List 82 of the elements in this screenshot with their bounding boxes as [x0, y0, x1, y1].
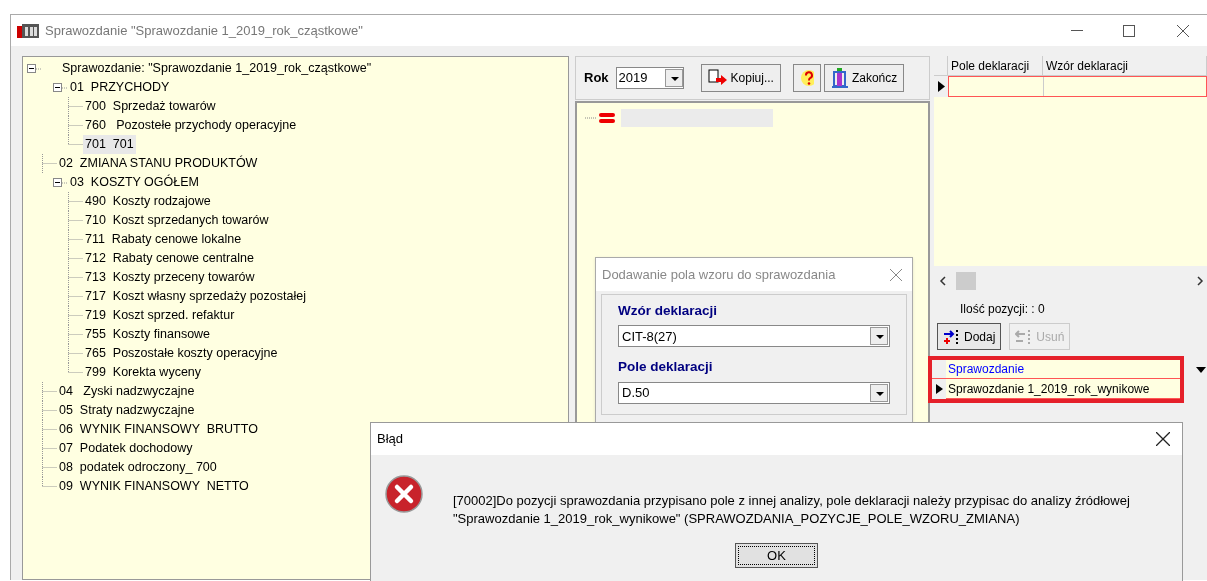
scroll-left-icon[interactable] [938, 276, 948, 286]
copy-icon [707, 69, 728, 87]
tree-line [62, 86, 68, 89]
tree-item[interactable]: 07 Podatek dochodowy [57, 439, 195, 458]
field-label: Pole deklaracji [618, 358, 714, 377]
help-button[interactable] [792, 64, 821, 92]
tree-line [42, 154, 57, 173]
tree-line [68, 287, 83, 306]
tree-item[interactable]: 712 Rabaty cenowe centralne [83, 249, 256, 268]
scroll-right-icon[interactable] [1195, 276, 1205, 286]
copy-button[interactable]: Kopiuj... [700, 64, 781, 92]
collapse-icon[interactable] [27, 64, 36, 73]
count-label: Ilość pozycji: : 0 [960, 301, 1046, 318]
tree-item[interactable]: 711 Rabaty cenowe lokalne [83, 230, 244, 249]
tree-item[interactable]: 713 Koszty przeceny towarów [83, 268, 257, 287]
column-header[interactable]: Sprawozdanie [946, 360, 1180, 378]
tree-line [68, 97, 83, 116]
tree-line [68, 306, 83, 325]
error-icon [385, 475, 423, 513]
minimize-icon[interactable] [1071, 29, 1083, 32]
tree-line [42, 439, 57, 458]
tree-line [62, 181, 68, 184]
row-header-cell [932, 360, 946, 378]
column-header[interactable]: Pole deklaracji [948, 56, 1043, 75]
dialog-title: Błąd [377, 430, 405, 449]
app-icon [17, 23, 39, 38]
tree-item[interactable]: 799 Korekta wyceny [83, 363, 204, 382]
tree-item[interactable]: 701 701 [83, 135, 136, 154]
field-label: Wzór deklaracji [618, 302, 719, 320]
tree-item[interactable]: 01 PRZYCHODY [68, 78, 172, 97]
tree-connector [585, 117, 597, 119]
collapse-icon[interactable] [53, 83, 62, 92]
window-title: Sprawozdanie "Sprawozdanie 1_2019_rok_cząstkowe" [45, 21, 363, 40]
dropdown-field[interactable]: D.50 [618, 381, 890, 404]
tree-item[interactable]: 760 Pozostełe przychody operacyjne [83, 116, 299, 135]
tree-line [36, 67, 42, 70]
tree-item[interactable]: 05 Straty nadzwyczajne [57, 401, 197, 420]
dropdown-field[interactable]: CIT-8(27) [618, 325, 890, 348]
close-icon[interactable] [1177, 24, 1189, 37]
tree-line [68, 192, 83, 211]
help-icon [799, 69, 814, 87]
column-menu-icon[interactable] [1196, 367, 1206, 373]
ok-button[interactable]: OK [735, 543, 818, 568]
dialog-title: Dodawanie pola wzoru do sprawozdania [602, 265, 837, 284]
tree-item[interactable]: 490 Koszty rodzajowe [83, 192, 213, 211]
tree-line [42, 420, 57, 439]
tree-item[interactable]: 710 Koszt sprzedanych towarów [83, 211, 271, 230]
tree-line [68, 211, 83, 230]
tree-line [42, 401, 57, 420]
collapse-icon[interactable] [53, 178, 62, 187]
close-icon[interactable] [1156, 432, 1170, 446]
add-icon [943, 328, 961, 345]
scroll-thumb[interactable] [956, 272, 976, 290]
tree-item[interactable]: 765 Poszostałe koszty operacyjne [83, 344, 280, 363]
tree-item[interactable]: 03 KOSZTY OGÓŁEM [68, 173, 201, 192]
tree-item[interactable]: 04 Zyski nadzwyczajne [57, 382, 197, 401]
table-cell[interactable]: Sprawozdanie 1_2019_rok_wynikowe [946, 379, 1180, 399]
tree-item[interactable]: Sprawozdanie: "Sprawozdanie 1_2019_rok_cząstkowe" [60, 59, 374, 78]
close-button[interactable]: Zakończ [823, 64, 905, 92]
equals-icon [599, 112, 615, 124]
tree-item[interactable]: 09 WYNIK FINANSOWY NETTO [57, 477, 251, 496]
year-dropdown[interactable]: 2019 [615, 67, 684, 89]
tree-line [68, 268, 83, 287]
tree-item[interactable]: 08 podatek odroczony_ 700 [57, 458, 219, 477]
error-message: [70002]Do pozycji sprawozdania przypisano pole z innej analizy, pole deklaracji należy przypisac do analizy źródłowej "Sprawozdanie 1_2019_rok_wynikowe" (SPRAWOZDANIA_POZYCJE_POLE_WZORU_ZMIANA) [453, 492, 1130, 528]
row-pointer-icon [932, 379, 946, 399]
add-button[interactable]: Dodaj [937, 323, 1002, 350]
tree-item[interactable]: 719 Koszt sprzed. refaktur [83, 306, 237, 325]
tree-line [68, 249, 83, 268]
tree-line [68, 325, 83, 344]
grid-row[interactable] [948, 76, 1207, 97]
tree-line [42, 382, 57, 401]
year-label: Rok [584, 69, 609, 88]
tree-item[interactable]: 717 Koszt własny sprzedaży pozostałej [83, 287, 308, 306]
tree-line [68, 230, 83, 249]
column-header[interactable]: Wzór deklaracji [1043, 56, 1207, 75]
tree-item[interactable]: 755 Koszty finansowe [83, 325, 213, 344]
tree-item[interactable]: 02 ZMIANA STANU PRODUKTÓW [57, 154, 260, 173]
exit-door-icon [830, 68, 849, 88]
maximize-icon[interactable] [1123, 24, 1135, 37]
tree-item[interactable]: 700 Sprzedaż towarów [83, 97, 218, 116]
tree-item[interactable]: 06 WYNIK FINANSOWY BRUTTO [57, 420, 260, 439]
